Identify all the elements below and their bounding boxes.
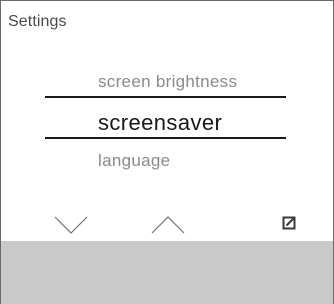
- menu-item-screensaver-selected[interactable]: screensaver: [98, 110, 222, 136]
- menu-item-language[interactable]: language: [98, 151, 170, 171]
- edit-icon: [282, 216, 296, 230]
- scroll-down-button[interactable]: [54, 215, 88, 235]
- page-title: Settings: [8, 13, 67, 30]
- selection-top-divider: [45, 96, 286, 98]
- menu-item-screen-brightness[interactable]: screen brightness: [98, 72, 237, 92]
- settings-screen: Settings screen brightness screensaver l…: [0, 0, 334, 242]
- scroll-up-button[interactable]: [151, 215, 185, 235]
- chevron-down-icon: [54, 216, 88, 234]
- selection-bottom-divider: [45, 137, 286, 139]
- bottom-panel: [0, 241, 334, 304]
- edit-button[interactable]: [282, 216, 296, 230]
- chevron-up-icon: [151, 216, 185, 234]
